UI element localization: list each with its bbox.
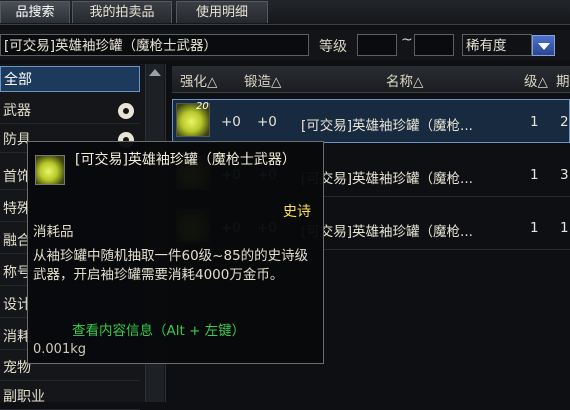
row-name: [可交易]英雄袖珍罐（魔枪...	[301, 224, 473, 240]
item-count-badge: 20	[196, 101, 209, 112]
header-period[interactable]: 期	[556, 70, 570, 90]
tab-item-search[interactable]: 品搜索	[0, 1, 70, 23]
row-period: 3	[560, 167, 569, 183]
tab-my-auctions[interactable]: 我的拍卖品	[72, 1, 172, 23]
row-level: 1	[530, 220, 539, 236]
tooltip-gem-icon	[35, 155, 65, 185]
item-search-input[interactable]: [可交易]英雄袖珍罐（魔枪士武器）	[0, 34, 309, 56]
tooltip-item-type: 消耗品	[33, 224, 74, 240]
tooltip-rarity: 史诗	[283, 204, 311, 220]
header-forge[interactable]: 锻造△	[244, 70, 281, 90]
expand-weapon-icon[interactable]	[118, 103, 134, 119]
category-sub-job[interactable]: 副职业	[0, 384, 140, 410]
row-level: 1	[530, 167, 539, 183]
row-name: [可交易]英雄袖珍罐（魔枪...	[301, 171, 473, 187]
category-all[interactable]: 全部	[0, 66, 140, 92]
tab-usage-details[interactable]: 使用明细	[176, 1, 268, 23]
rarity-select[interactable]: 稀有度	[462, 34, 532, 56]
row-name: [可交易]英雄袖珍罐（魔枪...	[301, 118, 473, 134]
tooltip-weight: 0.001kg	[33, 342, 86, 357]
row-level: 1	[530, 114, 539, 130]
results-header	[172, 66, 570, 93]
tooltip-description: 从袖珍罐中随机抽取一件60级~85的的史诗级武器，开启袖珍罐需要消耗4000万金…	[33, 248, 309, 283]
tooltip-item-name: [可交易]英雄袖珍罐（魔枪士武器）	[75, 152, 296, 168]
level-min-input[interactable]	[357, 34, 397, 56]
level-label: 等级	[319, 39, 347, 55]
row-forge: +0	[257, 114, 277, 130]
row-period: 2	[560, 114, 569, 130]
row-period: 1	[560, 220, 569, 236]
rarity-dropdown-button[interactable]	[532, 35, 555, 56]
header-enhance[interactable]: 强化△	[180, 70, 217, 90]
row-enhance: +0	[221, 114, 241, 130]
tooltip-view-info[interactable]: 查看内容信息（Alt + 左键）	[72, 319, 245, 339]
header-level[interactable]: 级△	[524, 70, 548, 90]
level-separator: ~	[401, 32, 413, 48]
scroll-up-icon[interactable]	[149, 69, 161, 76]
item-tooltip: [可交易]英雄袖珍罐（魔枪士武器） 史诗 消耗品 从袖珍罐中随机抽取一件60级~…	[27, 141, 324, 364]
level-max-input[interactable]	[414, 34, 454, 56]
header-name[interactable]: 名称△	[386, 70, 423, 90]
